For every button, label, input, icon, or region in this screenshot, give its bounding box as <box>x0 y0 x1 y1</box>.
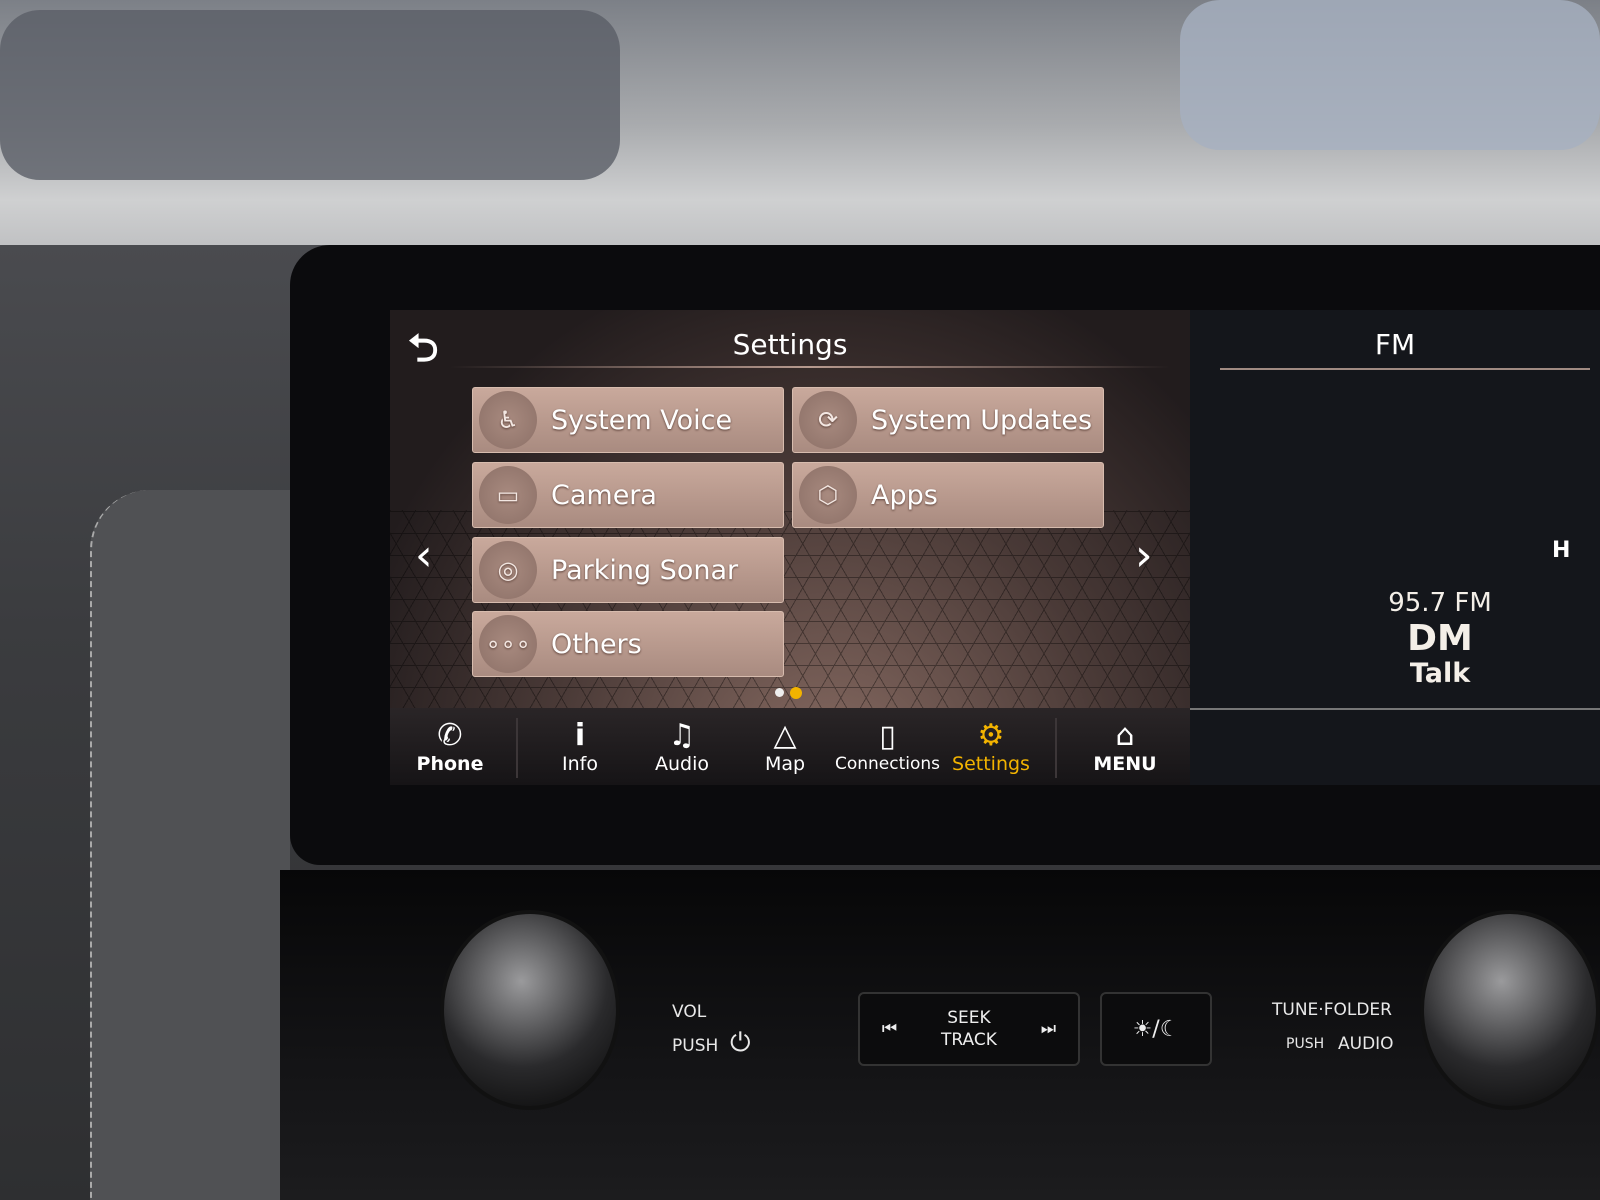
nav-label: Map <box>764 752 806 775</box>
nav-info[interactable]: i Info <box>540 708 620 785</box>
edge-text: H <box>1552 538 1571 563</box>
tile-system-voice[interactable]: ♿︎ System Voice <box>472 387 784 453</box>
seek-label: SEEK <box>947 1008 991 1028</box>
page-title: Settings <box>732 328 848 361</box>
tile-camera[interactable]: ▭ Camera <box>472 462 784 528</box>
divider <box>516 718 518 778</box>
nav-menu[interactable]: ⌂ MENU <box>1080 708 1170 785</box>
audio-label: AUDIO <box>1338 1034 1394 1054</box>
tile-parking-sonar[interactable]: ◎ Parking Sonar <box>472 537 784 603</box>
camera-icon: ▭ <box>479 466 537 524</box>
nav-label: Info <box>562 752 598 775</box>
nav-audio[interactable]: ♫ Audio <box>642 708 722 785</box>
tile-others[interactable]: ∘∘∘ Others <box>472 611 784 677</box>
nav-label: Settings <box>952 752 1030 775</box>
update-screen-icon: ⟳ <box>799 391 857 449</box>
tile-label: Parking Sonar <box>551 554 739 586</box>
page-dot-active[interactable] <box>790 687 802 699</box>
page-dot[interactable] <box>775 688 784 697</box>
page-indicator <box>775 687 802 699</box>
radio-frequency: 95.7 FM <box>1388 588 1492 618</box>
track-label: TRACK <box>941 1030 997 1050</box>
home-icon: ⌂ <box>1115 717 1135 753</box>
sonar-icon: ◎ <box>479 541 537 599</box>
divider <box>1220 368 1590 370</box>
vol-label: VOL <box>672 1002 707 1022</box>
cube-icon: ⬡ <box>799 466 857 524</box>
nav-label: Phone <box>416 752 484 775</box>
previous-page-arrow-icon[interactable]: ‹ <box>415 530 433 581</box>
station-genre: Talk <box>1409 658 1471 689</box>
divider <box>1055 718 1057 778</box>
station-name: DM <box>1407 618 1473 659</box>
tile-system-updates[interactable]: ⟳ System Updates <box>792 387 1104 453</box>
seat <box>90 490 290 1200</box>
tile-label: Others <box>551 628 642 660</box>
nav-connections[interactable]: ▯ Connections <box>835 708 940 785</box>
day-night-icon: ☀/☾ <box>1132 1016 1180 1042</box>
tune-folder-label: TUNE·FOLDER <box>1272 1000 1392 1020</box>
next-page-arrow-icon[interactable]: › <box>1135 530 1153 581</box>
info-icon: i <box>574 717 586 753</box>
seek-track-label: SEEK TRACK <box>941 1007 997 1051</box>
tile-apps[interactable]: ⬡ Apps <box>792 462 1104 528</box>
nav-label: Audio <box>654 752 709 775</box>
bottom-nav-bar: ✆ Phone i Info ♫ Audio △ Map ▯ Connections ⚙ S… <box>390 708 1190 785</box>
divider <box>1190 708 1600 710</box>
push-label: PUSH <box>672 1036 719 1056</box>
nav-label: Connections <box>834 753 941 774</box>
settings-pane: ⮌ Settings ♿︎ System Voice ⟳ System Update… <box>390 310 1190 785</box>
tile-label: Camera <box>551 479 657 511</box>
windshield-view <box>0 0 1600 250</box>
radio-pane[interactable]: FM H 95.7 FM DM Talk <box>1190 310 1600 785</box>
music-note-icon: ♫ <box>668 717 696 753</box>
control-panel: VOL PUSH ⏻ ⏮ SEEK TRACK ⏭ ☀/☾ TUNE·FOLDER… <box>280 870 1600 1200</box>
tile-label: System Voice <box>551 404 733 436</box>
radio-band: FM <box>1374 328 1416 361</box>
seek-track-button[interactable]: ⏮ SEEK TRACK ⏭ <box>858 992 1080 1066</box>
nav-settings[interactable]: ⚙ Settings <box>945 708 1037 785</box>
navigation-arrow-icon: △ <box>773 717 797 753</box>
power-icon: ⏻ <box>730 1028 751 1058</box>
tune-knob[interactable] <box>1420 910 1600 1110</box>
next-track-icon[interactable]: ⏭ <box>1041 1019 1056 1039</box>
parked-car <box>1180 0 1600 150</box>
infotainment-display: ⮌ Settings ♿︎ System Voice ⟳ System Update… <box>390 310 1600 785</box>
nav-map[interactable]: △ Map <box>745 708 825 785</box>
volume-knob[interactable] <box>440 910 620 1110</box>
phone-signal-icon: ▯ <box>879 718 896 754</box>
previous-track-icon[interactable]: ⏮ <box>882 1019 897 1039</box>
voice-person-icon: ♿︎ <box>479 391 537 449</box>
divider <box>450 366 1170 368</box>
push-label: PUSH <box>1286 1036 1325 1052</box>
tile-label: Apps <box>871 479 938 511</box>
nav-phone[interactable]: ✆ Phone <box>410 708 490 785</box>
day-night-button[interactable]: ☀/☾ <box>1100 992 1212 1066</box>
tile-label: System Updates <box>871 404 1093 436</box>
gear-icon: ⚙ <box>977 717 1005 753</box>
ellipsis-icon: ∘∘∘ <box>479 615 537 673</box>
nav-label: MENU <box>1093 752 1157 775</box>
parked-car <box>0 10 620 180</box>
phone-icon: ✆ <box>437 717 463 753</box>
